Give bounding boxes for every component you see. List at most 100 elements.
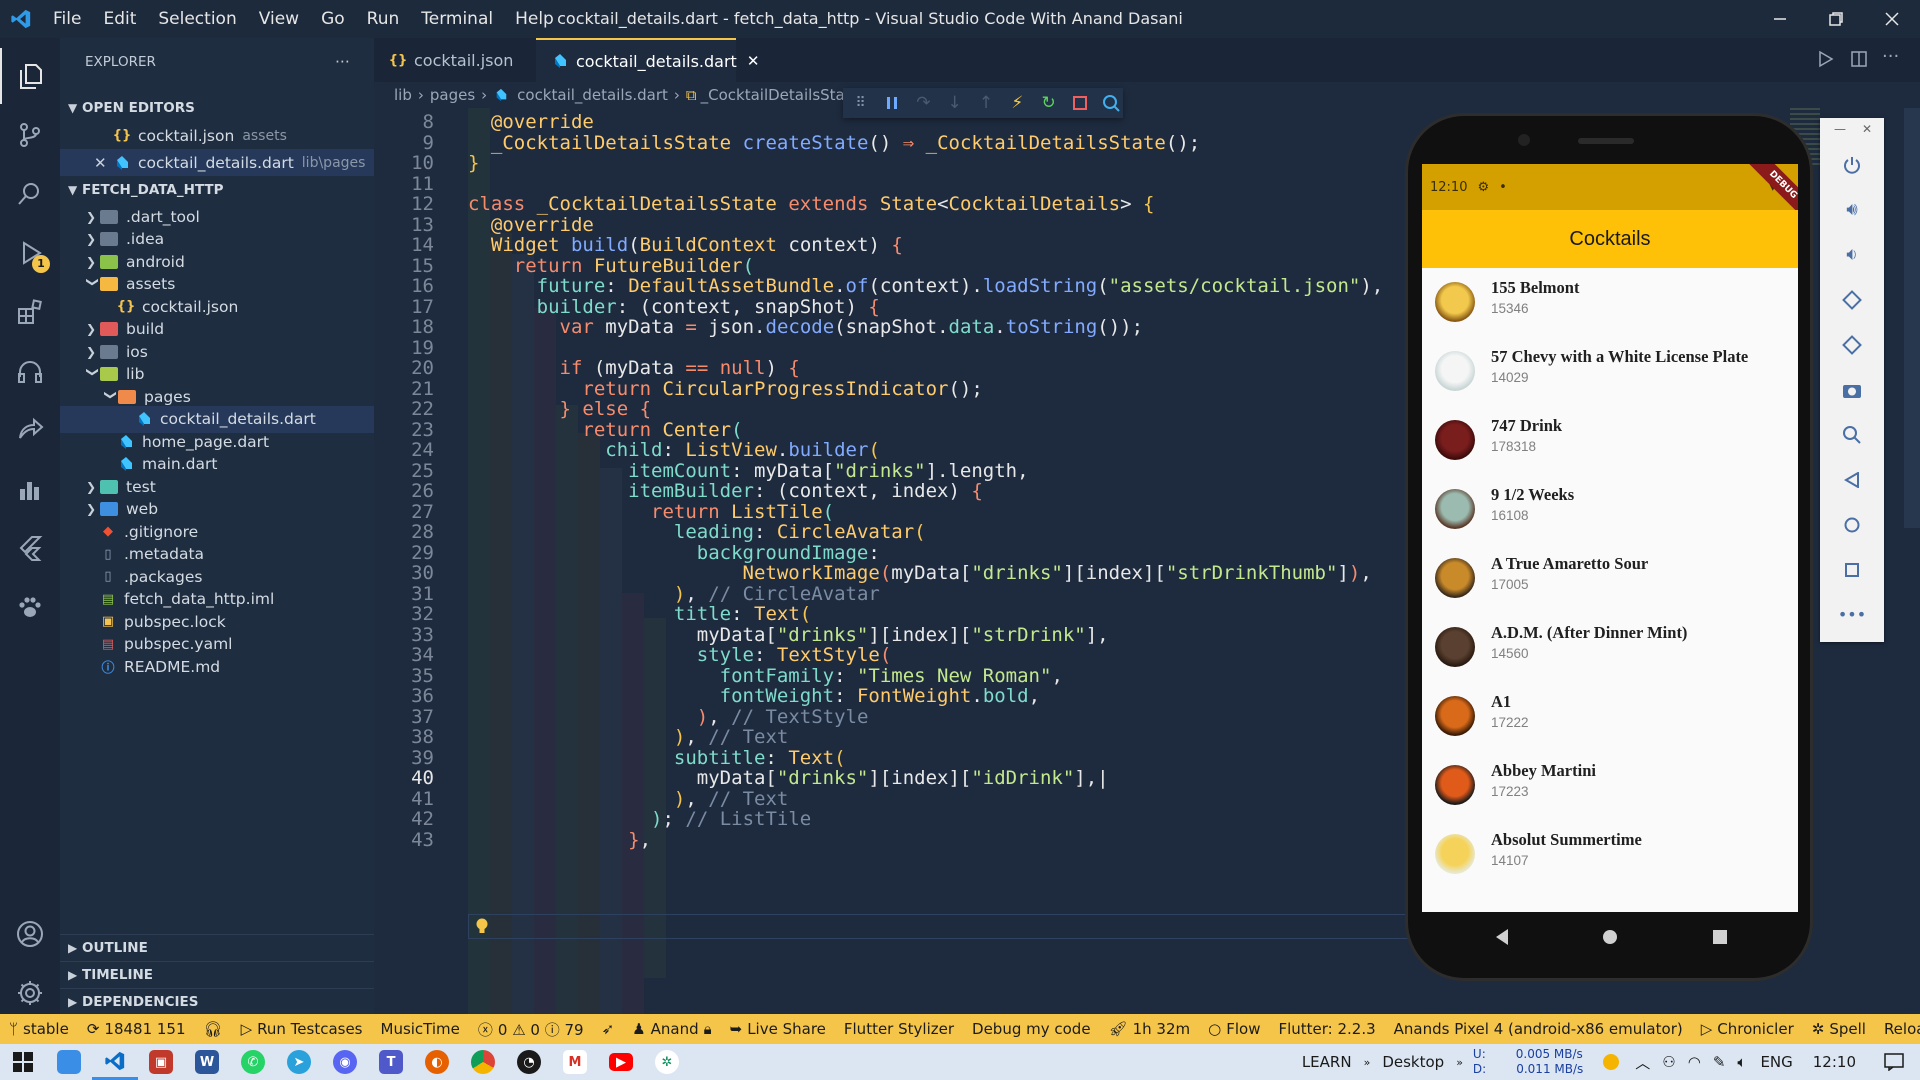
windows-start-icon[interactable] [0, 1044, 46, 1080]
debug-code-status[interactable]: Debug my code [963, 1020, 1100, 1038]
stop-icon[interactable] [1068, 91, 1091, 115]
flow-status[interactable]: ○ Flow [1199, 1020, 1269, 1038]
screenshot-camera-icon[interactable] [1820, 367, 1884, 412]
search-icon[interactable] [0, 166, 60, 222]
sync-status[interactable]: ⟳ 18481 151 [78, 1020, 195, 1038]
more-icon[interactable]: ··· [1882, 46, 1899, 67]
chrome-taskbar-icon[interactable] [460, 1044, 506, 1080]
zoom-icon[interactable] [1820, 412, 1884, 457]
list-item[interactable]: A1 17222 [1422, 682, 1798, 751]
open-editor-item[interactable]: ✕ cocktail_details.dart lib\pages [60, 149, 374, 176]
list-item[interactable]: 155 Belmont 15346 [1422, 268, 1798, 337]
people-icon[interactable]: ⚇ [1656, 1053, 1681, 1071]
weather-icon[interactable] [1593, 1052, 1629, 1072]
lightbulb-icon[interactable] [474, 917, 490, 935]
restart-icon[interactable]: ↻ [1037, 91, 1060, 115]
open-editors-header[interactable]: ▼ OPEN EDITORS [60, 94, 374, 121]
inspect-icon[interactable] [1100, 91, 1123, 115]
account-icon[interactable] [0, 906, 60, 962]
reload-status[interactable]: Reload [1875, 1020, 1920, 1038]
list-item[interactable]: Abbey Martini 17223 [1422, 751, 1798, 820]
telegram-taskbar-icon[interactable]: ➤ [276, 1044, 322, 1080]
youtube-taskbar-icon[interactable]: ▶ [598, 1044, 644, 1080]
list-item[interactable]: A True Amaretto Sour 17005 [1422, 544, 1798, 613]
app-taskbar-icon[interactable]: ✲ [644, 1044, 690, 1080]
close-emulator-icon[interactable]: ✕ [1862, 122, 1872, 136]
settings-gear-icon[interactable] [0, 965, 60, 1021]
paw-icon[interactable] [0, 579, 60, 635]
live-share-icon[interactable] [0, 402, 60, 458]
gmail-taskbar-icon[interactable]: M [552, 1044, 598, 1080]
split-editor-icon[interactable] [1850, 50, 1868, 68]
run-icon[interactable] [1816, 50, 1834, 68]
teams-taskbar-icon[interactable]: T [368, 1044, 414, 1080]
language-indicator[interactable]: ENG [1752, 1053, 1800, 1071]
step-out-icon[interactable]: ↑ [974, 91, 997, 115]
list-item[interactable]: A.D.M. (After Dinner Mint) 14560 [1422, 613, 1798, 682]
tab-cocktail-json[interactable]: {} cocktail.json [374, 38, 536, 82]
step-over-icon[interactable]: ↷ [912, 91, 935, 115]
list-item[interactable]: 747 Drink 178318 [1422, 406, 1798, 475]
chronicler-status[interactable]: ▷ Chronicler [1692, 1020, 1803, 1038]
spell-status[interactable]: ✲ Spell [1803, 1020, 1875, 1038]
file-explorer-taskbar-icon[interactable] [46, 1044, 92, 1080]
overview-icon[interactable] [1820, 547, 1884, 592]
desktop-toolbar[interactable]: Desktop [1370, 1053, 1456, 1071]
more-icon[interactable]: ••• [1820, 592, 1884, 637]
restore-button[interactable] [1808, 0, 1864, 38]
recents-icon[interactable] [1712, 929, 1728, 945]
breadcrumb-class[interactable]: _CocktailDetailsSta [701, 86, 845, 104]
breadcrumb-lib[interactable]: lib [394, 86, 412, 104]
more-actions-icon[interactable]: ··· [335, 48, 365, 75]
timeline-section[interactable]: ▶ TIMELINE [60, 961, 374, 988]
branch-status[interactable]: ᛘ stable [0, 1020, 78, 1038]
menu-terminal[interactable]: Terminal [410, 0, 504, 38]
run-debug-icon[interactable]: 1 [0, 225, 60, 281]
live-share-status[interactable]: ➥ Live Share [721, 1020, 835, 1038]
menu-file[interactable]: File [42, 0, 92, 38]
dependencies-section[interactable]: ▶ DEPENDENCIES [60, 988, 374, 1015]
whatsapp-taskbar-icon[interactable]: ✆ [230, 1044, 276, 1080]
learn-toolbar[interactable]: LEARN [1290, 1053, 1364, 1071]
close-window-button[interactable] [1864, 0, 1920, 38]
back-icon[interactable] [1494, 928, 1510, 946]
minimize-emulator-icon[interactable]: — [1834, 122, 1846, 136]
user-status[interactable]: ♟ Anand 🔒︎ [623, 1020, 720, 1038]
minimize-button[interactable] [1752, 0, 1808, 38]
menu-run[interactable]: Run [356, 0, 411, 38]
list-item[interactable]: Absolut Summertime 14107 [1422, 820, 1798, 889]
menu-selection[interactable]: Selection [147, 0, 247, 38]
file-item[interactable]: ⓘ README.md [60, 653, 374, 680]
firefox-taskbar-icon[interactable]: ◐ [414, 1044, 460, 1080]
clock[interactable]: 12:10 [1801, 1053, 1868, 1071]
close-icon[interactable]: ✕ [94, 154, 114, 172]
explorer-icon[interactable] [0, 48, 60, 104]
vscode-taskbar-icon[interactable] [92, 1044, 138, 1080]
code-editor[interactable]: 8 9 10 11 12 13 14 15 16 17 18 19 20 21 22 23 24 25 26 27 28… [374, 108, 1494, 1014]
breadcrumb-pages[interactable]: pages [430, 86, 475, 104]
time-spent-status[interactable]: 🚀︎ 1h 32m [1100, 1020, 1200, 1038]
flutter-version-status[interactable]: Flutter: 2.2.3 [1269, 1020, 1384, 1038]
app-taskbar-icon[interactable]: ▣ [138, 1044, 184, 1080]
notifications-icon[interactable] [1868, 1053, 1920, 1071]
music-status[interactable]: MusicTime [372, 1020, 469, 1038]
outline-section[interactable]: ▶ OUTLINE [60, 934, 374, 961]
back-icon[interactable] [1820, 457, 1884, 502]
drag-handle-icon[interactable]: ⠿ [849, 91, 872, 115]
live-share-mini-status[interactable]: ➶ [593, 1020, 624, 1038]
volume-up-icon[interactable]: 🔊︎ [1820, 187, 1884, 232]
pen-icon[interactable]: ✎ [1707, 1053, 1732, 1071]
volume-icon[interactable]: 🔈︎ [1731, 1053, 1752, 1071]
scrollbar[interactable] [1904, 108, 1920, 528]
run-testcases-status[interactable]: ▷ Run Testcases [232, 1020, 372, 1038]
chart-icon[interactable] [0, 461, 60, 517]
wifi-icon[interactable]: ◠ [1682, 1053, 1707, 1071]
list-item[interactable]: 57 Chevy with a White License Plate 14029 [1422, 337, 1798, 406]
github-taskbar-icon[interactable]: ◔ [506, 1044, 552, 1080]
pause-icon[interactable] [880, 91, 903, 115]
open-editor-item[interactable]: {} cocktail.json assets [60, 122, 374, 149]
power-icon[interactable] [1820, 142, 1884, 187]
step-into-icon[interactable]: ↓ [943, 91, 966, 115]
menu-edit[interactable]: Edit [92, 0, 147, 38]
word-taskbar-icon[interactable]: W [184, 1044, 230, 1080]
